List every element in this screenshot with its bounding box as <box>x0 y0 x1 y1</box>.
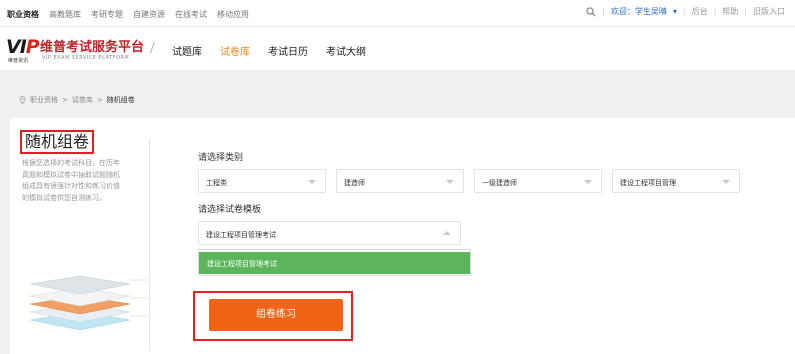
main-header: VIP 维普资讯 维普考试服务平台 VIP EXAM SERVICE PLATF… <box>0 27 795 70</box>
breadcrumb-vocational[interactable]: 职业资格 <box>30 95 58 105</box>
chevron-up-icon <box>443 231 451 235</box>
divider: | <box>682 7 686 16</box>
content-card: 随机组卷 根据您选择的考试科目，在历年真题和模拟试卷中抽取试题随机组成具有很强针… <box>10 118 795 354</box>
logo-tiny-text: 维普资讯 <box>8 58 29 64</box>
select-value: 建设工程项目管理 <box>620 179 676 187</box>
nav-question-bank[interactable]: 试题库 <box>172 43 202 58</box>
welcome-user-menu[interactable]: 欢迎：学生吴晴 <box>611 6 667 17</box>
dropdown-option[interactable]: 建设工程项目管理考试 <box>199 252 470 274</box>
feature-description: 根据您选择的考试科目，在历年真题和模拟试卷中抽取试题随机组成具有很强针对性和练习… <box>22 159 120 202</box>
chevron-down-icon <box>446 180 454 184</box>
chevron-down-icon <box>584 180 592 184</box>
paper-form: 请选择类别 工程类 建造师 一级建造师 建设工程项目管理 请选择试卷模板 建设工… <box>198 150 740 245</box>
breadcrumb-separator: > <box>62 96 68 104</box>
select-value: 建造师 <box>344 179 365 187</box>
top-link-self-built[interactable]: 自建资源 <box>133 9 165 20</box>
location-pin-icon <box>19 96 26 104</box>
breadcrumb-separator: > <box>96 96 103 104</box>
generate-paper-button[interactable]: 组卷练习 <box>209 299 343 331</box>
site-logo[interactable]: VIP 维普资讯 维普考试服务平台 VIP EXAM SERVICE PLATF… <box>6 33 146 65</box>
logo-mark: VIP <box>6 36 40 58</box>
brand-english: VIP EXAM SERVICE PLATFORM <box>42 55 130 61</box>
category-select-4[interactable]: 建设工程项目管理 <box>612 169 740 193</box>
search-icon[interactable] <box>586 6 596 17</box>
top-link-mobile[interactable]: 移动应用 <box>217 9 249 20</box>
template-label: 请选择试卷模板 <box>198 205 262 215</box>
page-title: 随机组卷 <box>20 130 95 154</box>
main-nav: 试题库 试卷库 考试日历 考试大纲 <box>172 43 366 58</box>
stacked-layers-illustration <box>29 275 148 331</box>
breadcrumb: 职业资格 > 试卷库 > 随机组卷 <box>19 95 135 105</box>
breadcrumb-paper-bank[interactable]: 试卷库 <box>72 95 93 105</box>
template-dropdown-list: 建设工程项目管理考试 <box>198 249 471 276</box>
category-select-2[interactable]: 建造师 <box>336 169 464 193</box>
top-link-higher-ed[interactable]: 高教题库 <box>49 9 81 20</box>
chevron-down-icon[interactable]: ▾ <box>673 7 677 16</box>
nav-exam-syllabus[interactable]: 考试大纲 <box>326 43 366 58</box>
divider: | <box>602 7 605 16</box>
template-select[interactable]: 建设工程项目管理考试 <box>198 221 461 245</box>
category-select-1[interactable]: 工程类 <box>198 169 326 193</box>
header-divider: / <box>150 40 155 56</box>
top-link-online-exam[interactable]: 在线考试 <box>175 9 207 20</box>
breadcrumb-current: 随机组卷 <box>106 96 135 104</box>
nav-exam-calendar[interactable]: 考试日历 <box>268 43 308 58</box>
template-select-row: 建设工程项目管理考试 <box>198 221 740 245</box>
category-label: 请选择类别 <box>198 153 244 163</box>
top-link-vocational[interactable]: 职业资格 <box>7 9 39 20</box>
select-value: 建设工程项目管理考试 <box>206 231 276 239</box>
brand-name: 维普考试服务平台 <box>40 40 145 55</box>
old-version-link[interactable]: 旧版入口 <box>753 6 785 17</box>
top-utility-bar: 职业资格 高教题库 考研专题 自建资源 在线考试 移动应用 | 欢迎：学生吴晴 … <box>0 0 795 27</box>
top-link-postgrad[interactable]: 考研专题 <box>91 9 123 20</box>
submit-highlight-frame: 组卷练习 <box>193 291 353 341</box>
sidebar-intro: 随机组卷 根据您选择的考试科目，在历年真题和模拟试卷中抽取试题随机组成具有很强针… <box>20 130 140 204</box>
category-select-3[interactable]: 一级建造师 <box>474 169 602 193</box>
chevron-down-icon <box>722 180 730 184</box>
select-value: 工程类 <box>206 179 227 187</box>
select-value: 一级建造师 <box>482 179 517 187</box>
divider: | <box>744 7 747 16</box>
user-nav: | 欢迎：学生吴晴 ▾ | 后台 | 帮助 | 旧版入口 <box>586 6 785 17</box>
category-select-row: 工程类 建造师 一级建造师 建设工程项目管理 <box>198 169 740 193</box>
top-links: 职业资格 高教题库 考研专题 自建资源 在线考试 移动应用 <box>7 9 249 20</box>
nav-paper-bank[interactable]: 试卷库 <box>220 43 250 58</box>
chevron-down-icon <box>308 180 316 184</box>
help-link[interactable]: 帮助 <box>722 6 738 17</box>
backend-link[interactable]: 后台 <box>692 6 708 17</box>
divider: | <box>713 7 717 16</box>
